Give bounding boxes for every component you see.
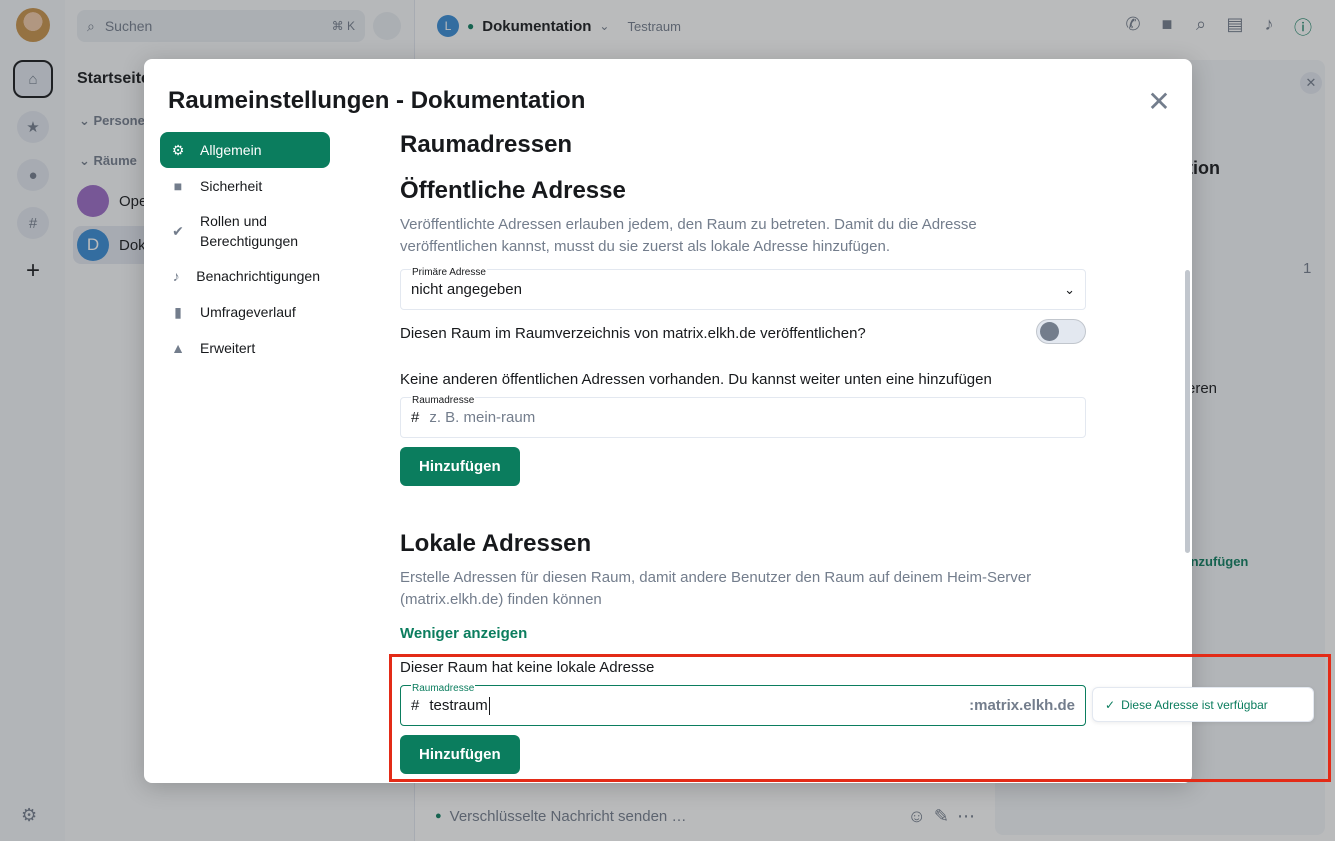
add-public-address-button[interactable]: Hinzufügen bbox=[400, 447, 520, 486]
tab-label: Rollen und Berechtigungen bbox=[200, 213, 299, 249]
room-settings-dialog: Raumeinstellungen - Dokumentation ✕ ⚙ Al… bbox=[144, 59, 1192, 783]
show-less-link[interactable]: Weniger anzeigen bbox=[400, 625, 527, 642]
tab-roles-permissions[interactable]: ✔ Rollen und Berechtigungen bbox=[160, 204, 330, 258]
hash-icon: # bbox=[411, 409, 420, 426]
dialog-scrollbar[interactable] bbox=[1185, 270, 1190, 553]
tab-label: Erweitert bbox=[200, 340, 256, 356]
bell-icon: ♪ bbox=[172, 268, 180, 284]
tab-label: Benachrichtigungen bbox=[196, 268, 320, 284]
no-public-addresses-text: Keine anderen öffentlichen Adressen vorh… bbox=[400, 371, 992, 388]
local-address-heading: Lokale Adressen bbox=[400, 530, 592, 557]
tab-label: Sicherheit bbox=[200, 178, 263, 194]
primary-address-select[interactable]: Primäre Adresse nicht angegeben ⌄ bbox=[400, 267, 1086, 310]
dialog-title: Raumeinstellungen - Dokumentation bbox=[168, 87, 586, 114]
public-address-description: Veröffentlichte Adressen erlauben jedem,… bbox=[400, 216, 977, 255]
settings-tab-list: ⚙ Allgemein ■ Sicherheit ✔ Rollen und Be… bbox=[160, 132, 330, 366]
warning-icon: ▲ bbox=[171, 340, 185, 356]
public-address-heading: Öffentliche Adresse bbox=[400, 177, 626, 204]
lock-icon: ■ bbox=[173, 178, 183, 194]
primary-address-label: Primäre Adresse bbox=[411, 267, 487, 279]
local-address-input-label: Raumadresse bbox=[411, 683, 476, 695]
public-address-input[interactable]: Raumadresse # z. B. mein-raum bbox=[400, 395, 1086, 438]
shield-check-icon: ✔ bbox=[172, 223, 184, 239]
local-address-input[interactable]: Raumadresse # testraum :matrix.elkh.de bbox=[400, 683, 1086, 726]
toggle-knob bbox=[1040, 322, 1059, 341]
text-cursor bbox=[488, 696, 490, 715]
tab-label: Allgemein bbox=[200, 142, 262, 158]
local-address-description: Erstelle Adressen für diesen Raum, damit… bbox=[400, 569, 1032, 608]
hash-icon: # bbox=[411, 697, 420, 714]
chevron-down-icon: ⌄ bbox=[1064, 281, 1075, 297]
address-availability-tooltip: ✓ Diese Adresse ist verfügbar bbox=[1092, 687, 1314, 722]
domain-suffix: :matrix.elkh.de bbox=[969, 697, 1075, 714]
add-local-address-button[interactable]: Hinzufügen bbox=[400, 735, 520, 774]
local-address-value: testraum bbox=[429, 697, 488, 714]
tab-general[interactable]: ⚙ Allgemein bbox=[160, 132, 330, 168]
section-title: Raumadressen bbox=[400, 131, 573, 158]
poll-icon: ▮ bbox=[174, 303, 182, 320]
primary-address-value: nicht angegeben bbox=[411, 281, 522, 298]
close-icon[interactable]: ✕ bbox=[1147, 86, 1171, 117]
public-address-placeholder: z. B. mein-raum bbox=[429, 409, 536, 426]
public-address-input-label: Raumadresse bbox=[411, 395, 476, 407]
gear-icon: ⚙ bbox=[171, 141, 185, 158]
no-local-address-text: Dieser Raum hat keine lokale Adresse bbox=[400, 659, 655, 676]
tab-poll-history[interactable]: ▮ Umfrageverlauf bbox=[160, 294, 330, 330]
tab-security[interactable]: ■ Sicherheit bbox=[160, 168, 330, 204]
tab-notifications[interactable]: ♪ Benachrichtigungen bbox=[160, 258, 330, 294]
publish-directory-toggle[interactable] bbox=[1036, 319, 1086, 344]
checkmark-icon: ✓ bbox=[1105, 697, 1116, 712]
availability-text: Diese Adresse ist verfügbar bbox=[1121, 697, 1268, 712]
tab-label: Umfrageverlauf bbox=[200, 304, 296, 320]
publish-directory-label: Diesen Raum im Raumverzeichnis von matri… bbox=[400, 325, 866, 342]
tab-advanced[interactable]: ▲ Erweitert bbox=[160, 330, 330, 366]
